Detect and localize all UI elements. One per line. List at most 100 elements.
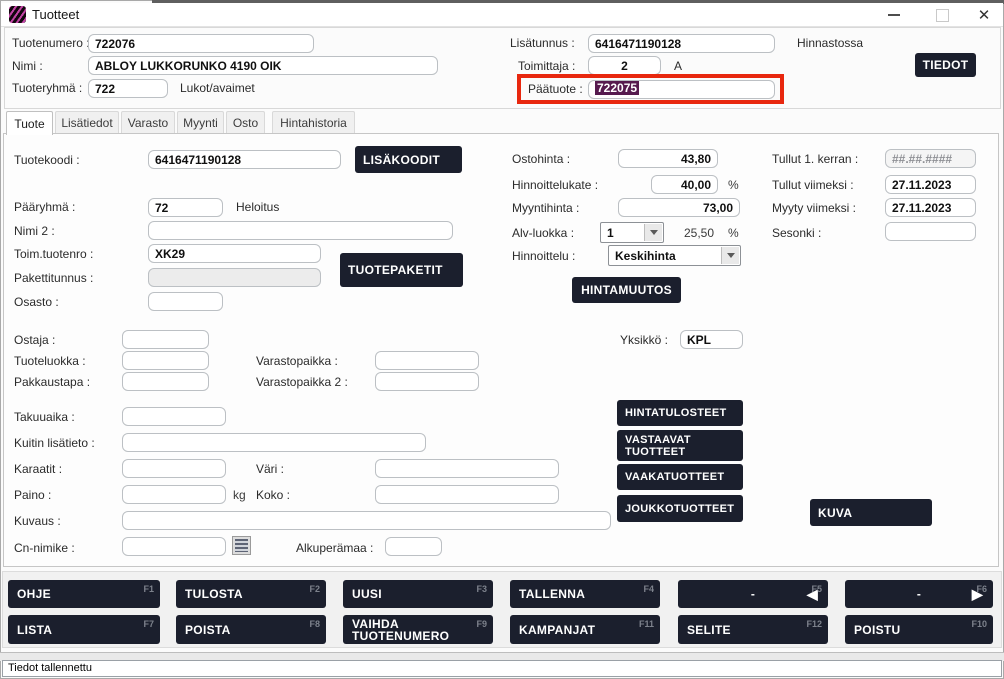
toimittaja-desc: A xyxy=(674,59,682,73)
vari-label: Väri : xyxy=(256,462,284,476)
status-bar: Tiedot tallennettu xyxy=(2,660,1002,677)
koko-label: Koko : xyxy=(256,488,290,502)
varastopaikka2-input[interactable] xyxy=(375,372,479,391)
myyty-viimeksi-input[interactable] xyxy=(885,198,976,217)
cn-nimike-label: Cn-nimike : xyxy=(14,541,75,555)
tuotenumero-input[interactable] xyxy=(88,34,314,53)
toim-tuotenro-input[interactable] xyxy=(148,244,321,263)
tuoteluokka-label: Tuoteluokka : xyxy=(14,354,86,368)
myyty-viimeksi-label: Myyty viimeksi : xyxy=(772,201,856,215)
tulosta-button[interactable]: TULOSTAF2 xyxy=(176,580,326,608)
paaryhma-desc: Heloitus xyxy=(236,200,279,214)
app-logo-icon xyxy=(9,6,26,23)
paaryhma-input[interactable] xyxy=(148,198,223,217)
tab-myynti[interactable]: Myynti xyxy=(177,111,224,133)
myyntihinta-input[interactable] xyxy=(618,198,740,217)
tuotepaketit-button[interactable]: TUOTEPAKETIT xyxy=(340,253,463,287)
tullut-viimeksi-label: Tullut viimeksi : xyxy=(772,178,854,192)
cn-nimike-input[interactable] xyxy=(122,537,226,556)
poista-button[interactable]: POISTAF8 xyxy=(176,615,326,644)
osasto-input[interactable] xyxy=(148,292,223,311)
tab-hintahistoria[interactable]: Hintahistoria xyxy=(272,111,355,133)
hinnastossa-label: Hinnastossa xyxy=(797,36,863,50)
hintatulosteet-button[interactable]: HINTATULOSTEET xyxy=(617,400,743,426)
tab-lisatiedot[interactable]: Lisätiedot xyxy=(55,111,119,133)
hinnoittelu-label: Hinnoittelu : xyxy=(512,249,575,263)
poistu-button[interactable]: POISTUF10 xyxy=(845,615,993,644)
tuoteryhma-input[interactable] xyxy=(88,79,168,98)
paino-unit: kg xyxy=(233,488,246,502)
hintamuutos-button[interactable]: HINTAMUUTOS xyxy=(572,277,681,303)
tab-tuote[interactable]: Tuote xyxy=(6,111,53,135)
tab-osto[interactable]: Osto xyxy=(226,111,265,133)
tullut-ekan-input[interactable] xyxy=(885,149,976,168)
ostohinta-input[interactable] xyxy=(618,149,718,168)
nimi-input[interactable] xyxy=(88,56,438,75)
hinnoittelu-value: Keskihinta xyxy=(615,249,676,263)
vari-input[interactable] xyxy=(375,459,559,478)
varastopaikka2-label: Varastopaikka 2 : xyxy=(256,375,348,389)
kampanjat-button[interactable]: KAMPANJATF11 xyxy=(510,615,660,644)
kuvaus-input[interactable] xyxy=(122,511,611,530)
minimize-button[interactable] xyxy=(879,5,909,25)
selite-button[interactable]: SELITEF12 xyxy=(678,615,828,644)
nimi2-input[interactable] xyxy=(148,221,453,240)
pakkaustapa-input[interactable] xyxy=(122,372,209,391)
hinnoittelu-select[interactable]: Keskihinta xyxy=(608,245,741,266)
alkuperamaa-input[interactable] xyxy=(385,537,442,556)
vastaavat-tuotteet-button[interactable]: VASTAAVAT TUOTTEET xyxy=(617,430,743,461)
pakettitunnus-label: Pakettitunnus : xyxy=(14,271,93,285)
close-button[interactable]: ✕ xyxy=(969,5,999,25)
kuitin-lisatieto-input[interactable] xyxy=(122,433,426,452)
uusi-button[interactable]: UUSIF3 xyxy=(343,580,493,608)
title-bar: Tuotteet ✕ xyxy=(1,3,1003,27)
close-icon: ✕ xyxy=(978,8,991,23)
status-text: Tiedot tallennettu xyxy=(8,662,92,674)
tiedot-button[interactable]: TIEDOT xyxy=(915,53,976,77)
kuitin-lisatieto-label: Kuitin lisätieto : xyxy=(14,436,95,450)
lisatunnus-label: Lisätunnus : xyxy=(510,36,575,50)
minimize-icon xyxy=(888,14,900,16)
tuoteryhma-desc: Lukot/avaimet xyxy=(180,81,255,95)
tuotekoodi-input[interactable] xyxy=(148,150,341,169)
tab-varasto[interactable]: Varasto xyxy=(121,111,175,133)
toimittaja-input[interactable] xyxy=(588,56,661,75)
paino-input[interactable] xyxy=(122,485,226,504)
hinnoittelukate-input[interactable] xyxy=(651,175,718,194)
takuuaika-input[interactable] xyxy=(122,407,226,426)
koko-input[interactable] xyxy=(375,485,559,504)
tuoteryhma-label: Tuoteryhmä : xyxy=(12,81,82,95)
cn-nimike-lookup-button[interactable] xyxy=(232,536,251,555)
alv-luokka-select[interactable]: 1 xyxy=(600,222,664,243)
tullut-viimeksi-input[interactable] xyxy=(885,175,976,194)
vaihda-tuotenumero-button[interactable]: VAIHDA TUOTENUMEROF9 xyxy=(343,615,493,644)
karaatit-label: Karaatit : xyxy=(14,462,62,476)
tallenna-button[interactable]: TALLENNAF4 xyxy=(510,580,660,608)
tuoteluokka-input[interactable] xyxy=(122,351,209,370)
tuotenumero-label: Tuotenumero : xyxy=(12,36,90,50)
joukkotuotteet-button[interactable]: JOUKKOTUOTTEET xyxy=(617,495,743,522)
paaryhma-label: Pääryhmä : xyxy=(14,200,75,214)
kuva-button[interactable]: KUVA xyxy=(810,499,932,526)
chevron-down-icon xyxy=(727,253,735,258)
ostaja-input[interactable] xyxy=(122,330,209,349)
karaatit-input[interactable] xyxy=(122,459,226,478)
vaakatuotteet-button[interactable]: VAAKATUOTTEET xyxy=(617,464,743,490)
lisakoodit-button[interactable]: LISÄKOODIT xyxy=(355,146,462,173)
toimittaja-label: Toimittaja : xyxy=(518,59,575,73)
nimi2-label: Nimi 2 : xyxy=(14,224,55,238)
lista-button[interactable]: LISTAF7 xyxy=(8,615,160,644)
yksikko-input[interactable] xyxy=(680,330,743,349)
maximize-button[interactable] xyxy=(927,5,957,25)
varastopaikka-input[interactable] xyxy=(375,351,479,370)
alv-luokka-label: Alv-luokka : xyxy=(512,226,574,240)
ohje-button[interactable]: OHJEF1 xyxy=(8,580,160,608)
lisatunnus-input[interactable] xyxy=(588,34,775,53)
app-window: Tuotteet ✕ Tuotenumero : Nimi : Tuoteryh… xyxy=(0,0,1004,679)
previous-button[interactable]: -◀F5 xyxy=(678,580,828,608)
maximize-icon xyxy=(936,9,949,22)
hinnoittelukate-unit: % xyxy=(728,178,739,192)
pakettitunnus-input[interactable] xyxy=(148,268,321,287)
sesonki-input[interactable] xyxy=(885,222,976,241)
next-button[interactable]: -▶F6 xyxy=(845,580,993,608)
